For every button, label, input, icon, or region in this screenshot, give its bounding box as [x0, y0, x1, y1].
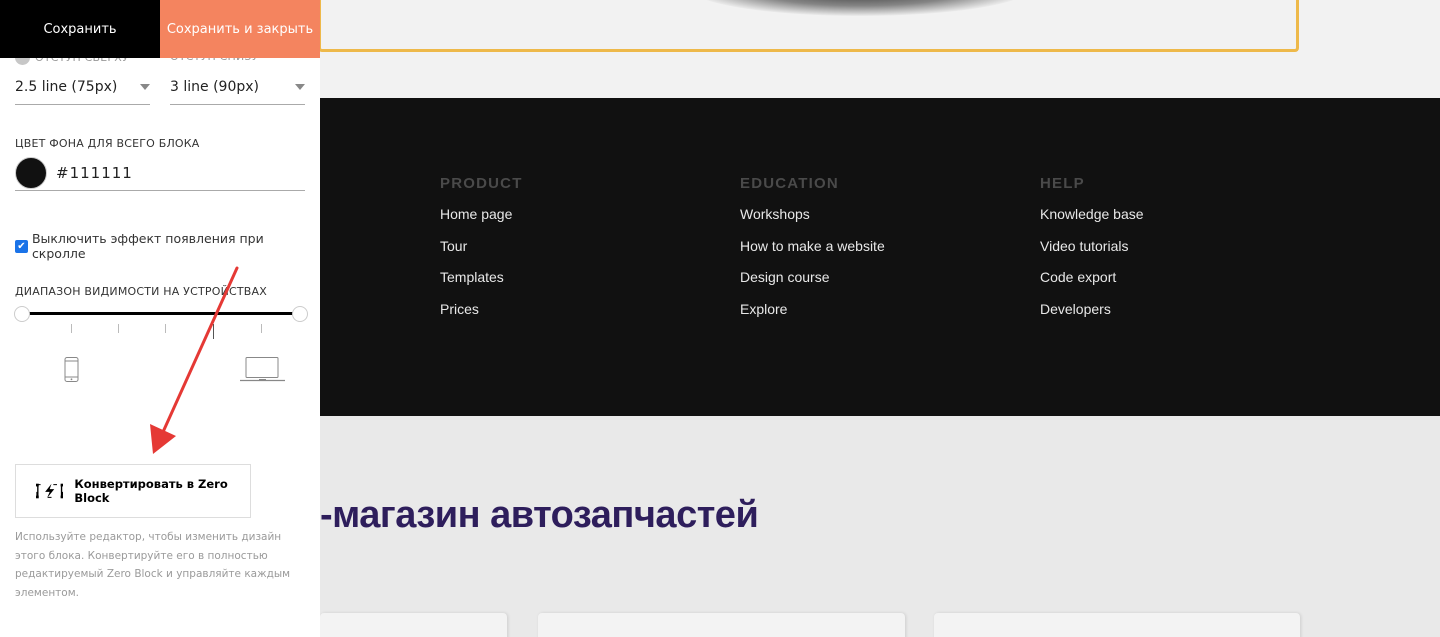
- padding-top-value: 2.5 line (75px): [15, 79, 118, 95]
- footer-link[interactable]: How to make a website: [740, 238, 885, 254]
- footer-link[interactable]: Home page: [440, 206, 523, 222]
- device-visibility-slider[interactable]: [22, 312, 300, 315]
- slider-tick: [213, 324, 214, 339]
- footer-column-help: HELP Knowledge base Video tutorials Code…: [1040, 175, 1144, 333]
- zero-block-lightning-icon: [36, 483, 64, 499]
- page-preview: PRODUCT Home page Tour Templates Prices …: [318, 0, 1440, 637]
- color-value: #111111: [56, 163, 133, 182]
- footer-column-education: EDUCATION Workshops How to make a websit…: [740, 175, 885, 333]
- slider-tick: [118, 324, 119, 333]
- shop-title: -магазин автозапчастей: [320, 494, 759, 536]
- panel-header: Сохранить Сохранить и закрыть: [0, 0, 320, 58]
- chevron-down-icon: [295, 84, 305, 90]
- footer-link[interactable]: Video tutorials: [1040, 238, 1144, 254]
- footer-link[interactable]: Workshops: [740, 206, 885, 222]
- convert-to-zero-block-label: Конвертировать в Zero Block: [74, 477, 228, 505]
- slider-thumb-max[interactable]: [292, 306, 308, 322]
- save-and-close-button[interactable]: Сохранить и закрыть: [160, 0, 320, 58]
- product-card[interactable]: [538, 613, 905, 637]
- footer-link[interactable]: Explore: [740, 301, 885, 317]
- footer-heading: EDUCATION: [740, 175, 839, 192]
- background-color-label: Цвет фона для всего блока: [15, 137, 200, 150]
- footer-link[interactable]: Developers: [1040, 301, 1144, 317]
- top-block[interactable]: [318, 0, 1440, 98]
- footer-heading: HELP: [1040, 175, 1085, 192]
- footer-link[interactable]: Knowledge base: [1040, 206, 1144, 222]
- disable-scroll-effect-option[interactable]: ✔ Выключить эффект появления при скролле: [15, 231, 320, 261]
- slider-tick: [165, 324, 166, 333]
- device-visibility-label: Диапазон видимости на устройствах: [15, 285, 268, 298]
- disable-scroll-effect-checkbox[interactable]: ✔: [15, 239, 28, 253]
- padding-bottom-value: 3 line (90px): [170, 79, 259, 95]
- padding-bottom-select[interactable]: 3 line (90px): [170, 70, 305, 105]
- footer-column-product: PRODUCT Home page Tour Templates Prices: [440, 175, 523, 333]
- zero-block-description: Используйте редактор, чтобы изменить диз…: [15, 531, 291, 599]
- slider-tick: [71, 324, 72, 333]
- block-settings-panel: Сохранить Сохранить и закрыть Отступ све…: [0, 0, 320, 637]
- block-selection-frame: [318, 0, 1299, 52]
- footer-link[interactable]: Design course: [740, 269, 885, 285]
- footer-heading: PRODUCT: [440, 175, 523, 192]
- slider-tick: [261, 324, 262, 333]
- convert-to-zero-block-button[interactable]: Конвертировать в Zero Block: [15, 464, 251, 518]
- slider-thumb-min[interactable]: [14, 306, 30, 322]
- footer-link[interactable]: Code export: [1040, 269, 1144, 285]
- background-color-input[interactable]: #111111: [15, 155, 305, 191]
- disable-scroll-effect-label: Выключить эффект появления при скролле: [31, 231, 264, 261]
- editor-window: PRODUCT Home page Tour Templates Prices …: [0, 0, 1440, 637]
- laptop-icon: [240, 357, 285, 382]
- phone-icon: [64, 357, 79, 382]
- footer-link[interactable]: Templates: [440, 269, 523, 285]
- product-card[interactable]: [320, 613, 507, 637]
- padding-top-select[interactable]: 2.5 line (75px): [15, 70, 150, 105]
- color-swatch[interactable]: [15, 156, 47, 189]
- product-card[interactable]: [934, 613, 1300, 637]
- save-button[interactable]: Сохранить: [0, 0, 160, 58]
- chevron-down-icon: [140, 84, 150, 90]
- footer-link[interactable]: Prices: [440, 301, 523, 317]
- footer-block[interactable]: PRODUCT Home page Tour Templates Prices …: [320, 98, 1440, 416]
- shop-block[interactable]: -магазин автозапчастей: [320, 416, 1440, 637]
- footer-link[interactable]: Tour: [440, 238, 523, 254]
